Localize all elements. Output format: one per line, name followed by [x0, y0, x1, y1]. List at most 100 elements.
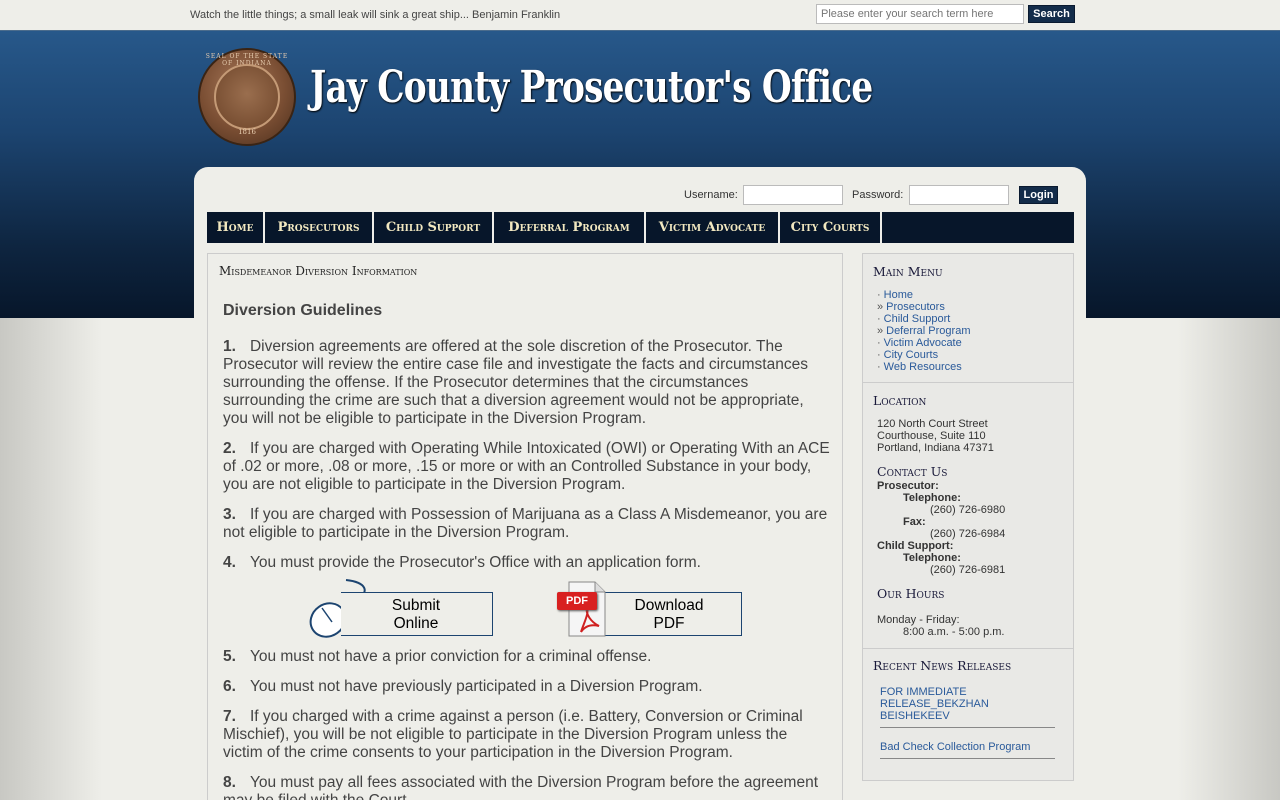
username-label: Username: [684, 189, 738, 201]
menu-bullet: · [877, 289, 881, 301]
menu-item-label: Victim Advocate [883, 337, 962, 349]
item-number: 2. [223, 440, 236, 457]
fax-label: Fax: [903, 516, 926, 528]
search-input[interactable] [816, 4, 1024, 24]
item-number: 6. [223, 678, 236, 695]
item-text: If you are charged with Possession of Ma… [223, 506, 828, 541]
menu-item-label: Web Resources [883, 361, 962, 373]
menu-item-city-courts[interactable]: · City Courts [877, 349, 938, 361]
menu-item-prosecutors[interactable]: » Prosecutors [877, 301, 945, 313]
item-text: You must not have previously participate… [249, 678, 703, 695]
hours-title: Our Hours [877, 586, 945, 601]
guideline-item: 2. If you are charged with Operating Whil… [223, 440, 831, 494]
telephone-label: Telephone: [903, 492, 961, 504]
news-link[interactable]: FOR IMMEDIATE RELEASE_BEKZHAN BEISHEKEEV [880, 686, 1056, 722]
prosecutor-label: Prosecutor: [877, 480, 939, 492]
download-pdf-label: Download PDF [634, 597, 704, 632]
telephone-label: Telephone: [903, 552, 961, 564]
guideline-item: 6. You must not have previously participa… [223, 678, 831, 696]
menu-bullet: · [877, 313, 881, 325]
nav-child-support[interactable]: Child Support [374, 212, 494, 243]
main-content: Misdemeanor Diversion Information Divers… [207, 253, 843, 800]
sidebar: Main Menu · Home » Prosecutors · Child Supp… [862, 253, 1074, 781]
location-title: Location [873, 393, 927, 408]
page-container: Username: Password: Login Home Prosecuto… [194, 167, 1086, 800]
item-number: 3. [223, 506, 236, 523]
menu-item-label: Deferral Program [886, 325, 971, 337]
header-quote: Watch the little things; a small leak wi… [190, 9, 561, 21]
hours-days: Monday - Friday: [877, 614, 960, 626]
page-title: Misdemeanor Diversion Information [219, 264, 418, 278]
pdf-icon[interactable] [555, 580, 611, 640]
item-text: You must pay all fees associated with th… [223, 774, 819, 800]
item-number: 8. [223, 774, 236, 791]
submit-online-button[interactable]: Submit Online [341, 592, 493, 636]
menu-bullet: » [877, 325, 884, 337]
menu-item-label: Child Support [883, 313, 951, 325]
guideline-item: 1. Diversion agreements are offered at th… [223, 338, 831, 428]
prosecutor-fax: (260) 726-6984 [930, 528, 1006, 540]
nav-home[interactable]: Home [207, 212, 265, 243]
login-button[interactable]: Login [1019, 186, 1058, 204]
menu-bullet: » [877, 301, 884, 313]
search-button[interactable]: Search [1028, 5, 1075, 23]
state-seal-logo: SEAL OF THE STATE OF INDIANA 1816 [198, 48, 296, 146]
menu-bullet: · [877, 349, 881, 361]
menu-bullet: · [877, 361, 881, 373]
sidebar-divider [863, 382, 1073, 383]
menu-item-victim-advocate[interactable]: · Victim Advocate [877, 337, 962, 349]
site-title[interactable]: Jay County Prosecutor's Office [310, 62, 873, 113]
nav-prosecutors[interactable]: Prosecutors [265, 212, 374, 243]
password-input[interactable] [909, 185, 1009, 205]
menu-item-label: Prosecutors [886, 301, 945, 313]
news-divider [880, 758, 1055, 759]
menu-item-child-support[interactable]: · Child Support [877, 313, 950, 325]
news-link[interactable]: Bad Check Collection Program [880, 741, 1056, 753]
guideline-item: 3. If you are charged with Possession of … [223, 506, 831, 542]
item-text: If you are charged with Operating While … [223, 440, 830, 493]
menu-bullet: · [877, 337, 881, 349]
address-line: Portland, Indiana 47371 [877, 442, 994, 454]
main-nav: Home Prosecutors Child Support Deferral … [207, 212, 1074, 243]
news-title: Recent News Releases [873, 658, 1012, 673]
nav-city-courts[interactable]: City Courts [780, 212, 882, 243]
section-heading: Diversion Guidelines [223, 302, 383, 319]
news-divider [880, 727, 1055, 728]
item-number: 5. [223, 648, 236, 665]
contact-title: Contact Us [877, 464, 948, 479]
menu-item-web-resources[interactable]: · Web Resources [877, 361, 962, 373]
menu-item-home[interactable]: · Home [877, 289, 913, 301]
address-line: 120 North Court Street [877, 418, 988, 430]
top-bar: Watch the little things; a small leak wi… [0, 0, 1280, 30]
guideline-item: 7. If you charged with a crime against a … [223, 708, 831, 762]
main-menu-title: Main Menu [873, 264, 943, 279]
item-text: You must not have a prior conviction for… [249, 648, 652, 665]
guideline-item: 4. You must provide the Prosecutor's Offi… [223, 554, 831, 572]
item-number: 1. [223, 338, 236, 355]
address-line: Courthouse, Suite 110 [877, 430, 986, 442]
seal-center [214, 64, 280, 130]
password-label: Password: [852, 189, 904, 201]
menu-item-label: City Courts [883, 349, 939, 361]
menu-item-label: Home [883, 289, 914, 301]
item-number: 4. [223, 554, 236, 571]
seal-year: 1816 [238, 128, 256, 136]
guideline-item: 8. You must pay all fees associated with … [223, 774, 831, 800]
pdf-badge: PDF [557, 592, 597, 610]
download-pdf-button[interactable]: Download PDF [590, 592, 742, 636]
sidebar-divider [863, 648, 1073, 649]
submit-online-label: Submit Online [391, 597, 441, 632]
child-support-label: Child Support: [877, 540, 954, 552]
guideline-item: 5. You must not have a prior conviction f… [223, 648, 831, 666]
item-number: 7. [223, 708, 236, 725]
item-text: If you charged with a crime against a pe… [223, 708, 803, 761]
nav-victim-advocate[interactable]: Victim Advocate [646, 212, 780, 243]
username-input[interactable] [743, 185, 843, 205]
item-text: Diversion agreements are offered at the … [223, 338, 808, 427]
nav-deferral-program[interactable]: Deferral Program [494, 212, 646, 243]
hours-time: 8:00 a.m. - 5:00 p.m. [903, 626, 1005, 638]
menu-item-deferral-program[interactable]: » Deferral Program [877, 325, 970, 337]
child-support-phone: (260) 726-6981 [930, 564, 1006, 576]
prosecutor-phone: (260) 726-6980 [930, 504, 1006, 516]
item-text: You must provide the Prosecutor's Office… [249, 554, 701, 571]
